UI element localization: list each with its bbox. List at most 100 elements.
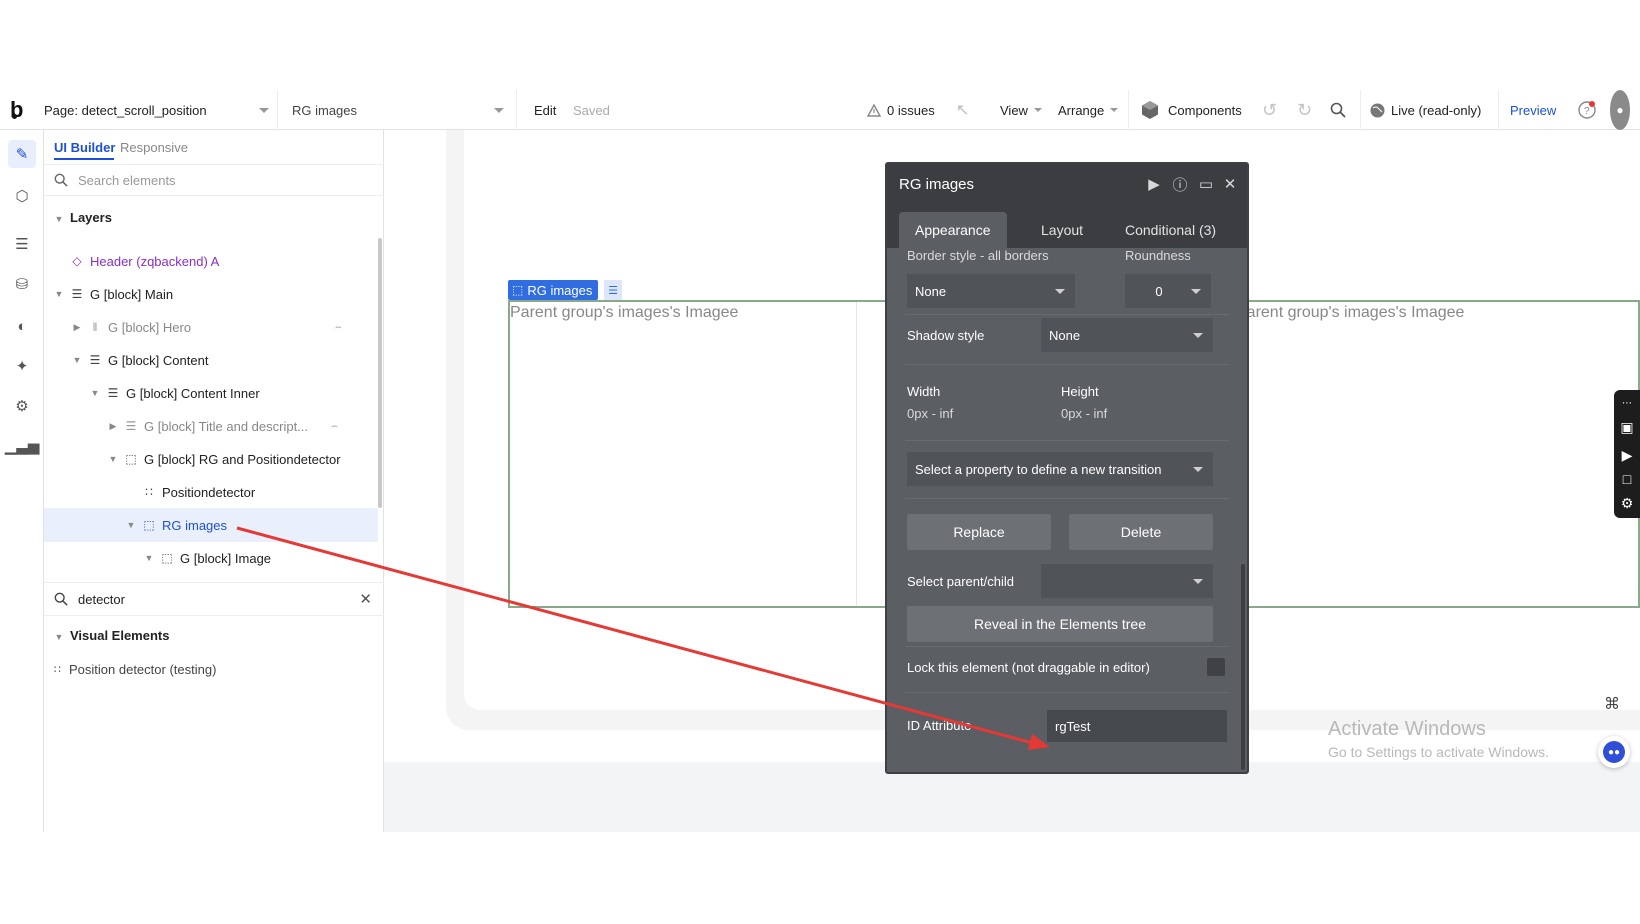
tree-item-header[interactable]: ◇ Header (zqbackend) A [44,244,378,278]
hidden-eye-icon[interactable]: ⌢ [331,420,338,433]
arrange-menu[interactable]: Arrange [1058,90,1119,130]
close-icon[interactable]: ✕ [1221,175,1239,193]
comment-icon[interactable]: ▭ [1197,175,1215,193]
hidden-eye-icon[interactable]: ⌢ [335,321,342,334]
reveal-in-tree-button[interactable]: Reveal in the Elements tree [907,606,1213,642]
element-select[interactable]: RG images [292,90,512,130]
inspect-cursor-icon[interactable]: ↖ [956,90,969,130]
tree-item-hero[interactable]: ▶ ‖ G [block] Hero ⌢ [44,310,378,344]
tree-item-image-group[interactable]: ▼ ⬚ G [block] Image [44,541,378,575]
tab-conditional[interactable]: Conditional (3) [1109,212,1232,248]
edit-menu[interactable]: Edit [534,90,556,130]
border-style-dropdown[interactable]: None [907,274,1075,308]
tree-item-positiondetector[interactable]: ∷ Positiondetector [44,475,378,509]
clear-search-close-icon[interactable]: ✕ [359,590,372,608]
user-avatar-icon[interactable]: ● [1610,90,1630,130]
design-pencil-icon[interactable]: ✎ [8,140,36,168]
camera-icon[interactable]: ▣ [1618,418,1636,436]
tree-item-main[interactable]: ▼ ☰ G [block] Main [44,277,378,311]
more-dots-icon[interactable]: ⋯ [1618,394,1636,412]
components-button[interactable]: Components [1140,90,1242,130]
tree-item-content[interactable]: ▼ ☰ G [block] Content [44,343,378,377]
issues-label: 0 issues [887,102,935,118]
group-icon: ☰ [89,353,101,367]
roundness-input[interactable]: 0 [1125,274,1211,308]
roundness-label: Roundness [1125,248,1191,263]
logs-chart-icon[interactable]: ▁▃▅ [5,432,40,460]
tab-responsive[interactable]: Responsive [120,140,188,155]
warning-icon [867,103,881,117]
group-icon: ☰ [107,386,119,400]
property-editor-scrollbar[interactable] [1241,564,1245,770]
tree-item-rg-images[interactable]: ▼ ⬚ RG images [44,508,378,542]
tree-item-content-inner[interactable]: ▼ ☰ G [block] Content Inner [44,376,378,410]
group-icon: ☰ [125,419,137,433]
cell-image-text: Parent group's images's Imagee [1236,304,1465,321]
gear-icon[interactable]: ⚙ [1618,494,1636,512]
visual-elements-heading[interactable]: ▼ Visual Elements [54,628,170,643]
saved-status: Saved [573,102,610,118]
search-icon[interactable] [1330,90,1346,130]
preview-button[interactable]: Preview [1510,90,1556,130]
select-parent-child-dropdown[interactable] [1041,564,1213,598]
redo-icon[interactable]: ↻ [1297,90,1312,130]
bubble-logo[interactable]: b [10,90,34,130]
live-version-button[interactable]: Live (read-only) [1370,90,1481,130]
columns-icon: ‖ [92,320,98,334]
tab-layout[interactable]: Layout [1025,212,1099,248]
info-icon[interactable]: ⓘ [1171,175,1189,194]
visual-elements-search-input[interactable]: detector ✕ [44,582,384,616]
repeating-group-icon: ⬚ [143,518,155,532]
delete-button[interactable]: Delete [1069,514,1213,550]
visual-element-position-detector[interactable]: ∷ Position detector (testing) [54,662,216,677]
data-icon[interactable]: ☰ [8,230,36,258]
element-search-input[interactable]: Search elements [44,164,384,196]
view-menu[interactable]: View [1000,90,1042,130]
tab-appearance[interactable]: Appearance [899,212,1007,248]
search-placeholder: Search elements [78,172,176,188]
page-select[interactable]: Page: detect_scroll_position [44,90,278,130]
command-icon[interactable]: ⌘ [1604,694,1620,714]
chevron-down-icon [1193,467,1203,472]
help-icon[interactable]: ? [1578,90,1596,130]
undo-icon[interactable]: ↺ [1262,90,1277,130]
play-icon[interactable]: ▶ [1145,175,1163,193]
video-camera-icon[interactable]: ▶ [1618,446,1636,464]
border-style-label: Border style - all borders [907,248,1049,263]
id-attribute-input[interactable]: rgTest [1047,710,1227,742]
chevron-down-icon [1033,108,1042,112]
svg-text:?: ? [1584,106,1590,117]
database-icon[interactable]: ☰ [604,280,622,300]
chevron-down-icon [494,108,504,113]
shadow-style-dropdown[interactable]: None [1041,318,1213,352]
height-value: 0px - inf [1061,406,1108,421]
settings-gear-icon[interactable]: ⚙ [8,392,36,420]
globe-icon [1370,103,1385,117]
chevron-down-icon [1193,579,1203,584]
lock-element-checkbox[interactable] [1207,658,1225,676]
transition-property-dropdown[interactable]: Select a property to define a new transi… [907,452,1213,486]
screen-capture-toolbar: ⋯ ▣ ▶ □ ⚙ [1614,390,1640,518]
plugins-icon[interactable]: ✦ [8,352,36,380]
chevron-down-icon [259,108,269,113]
bubble-editor: b Page: detect_scroll_position RG images… [0,90,1640,832]
live-label: Live (read-only) [1391,102,1482,118]
window-icon[interactable]: □ [1618,470,1636,488]
activate-windows-title: Activate Windows [1328,718,1486,740]
tab-ui-builder[interactable]: UI Builder [54,140,115,155]
issues-button[interactable]: 0 issues [867,90,935,130]
repeating-group-icon: ⬚ [512,283,524,297]
layers-scrollbar[interactable] [378,238,382,508]
layers-heading[interactable]: ▼ Layers [54,210,112,225]
tree-item-title-desc[interactable]: ▶ ☰ G [block] Title and descript... ⌢ [44,409,378,443]
workflow-icon[interactable]: ⬡ [8,182,36,210]
tree-item-rg-positiondetector[interactable]: ▼ ⬚ G [block] RG and Positiondetector [44,442,378,476]
styles-palette-icon[interactable]: ◐ [8,312,36,340]
database-icon[interactable]: ⛁ [8,270,36,298]
rg-images-tag[interactable]: ⬚ RG images [508,280,599,300]
replace-button[interactable]: Replace [907,514,1051,550]
assistant-button[interactable]: ●● [1598,736,1630,768]
property-editor-header[interactable]: RG images ▶ ⓘ ▭ ✕ [887,164,1247,204]
property-editor-tabs: Appearance Layout Conditional (3) [887,204,1247,248]
chevron-down-icon [1110,108,1119,112]
